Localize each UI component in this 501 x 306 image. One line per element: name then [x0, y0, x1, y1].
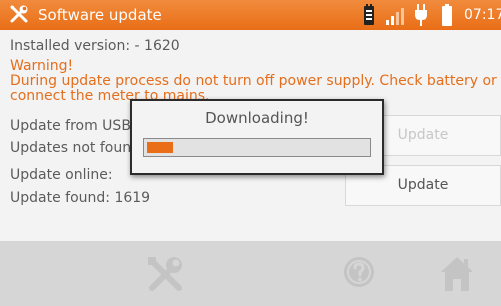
- dialog-title: Downloading!: [205, 109, 309, 127]
- download-progress-fill: [147, 142, 173, 153]
- warning-text-line-1: During update process do not turn off po…: [10, 73, 497, 89]
- update-from-usb-label: Update from USB:: [10, 118, 136, 134]
- tools-icon[interactable]: [146, 255, 186, 293]
- software-update-screen: Software update 07:17 Installed version:…: [0, 0, 501, 306]
- signal-icon: [386, 8, 404, 25]
- help-icon[interactable]: [342, 255, 376, 289]
- clock: 07:17: [464, 7, 501, 23]
- tools-icon: [10, 5, 28, 23]
- update-found-text: Update found: 1619: [10, 190, 151, 206]
- battery-icon: [442, 4, 452, 26]
- download-progress-bar: [143, 138, 371, 157]
- bottom-toolbar: [0, 241, 501, 306]
- power-plug-icon: [415, 4, 427, 26]
- updates-not-found-text: Updates not found: [10, 140, 140, 156]
- battery-adapter-icon: [364, 4, 374, 25]
- title-bar: Software update 07:17: [0, 0, 501, 30]
- update-online-label: Update online:: [10, 167, 113, 183]
- window-title: Software update: [38, 6, 162, 24]
- warning-title: Warning!: [10, 58, 74, 74]
- home-icon[interactable]: [440, 255, 474, 293]
- downloading-dialog: Downloading!: [130, 99, 384, 175]
- installed-version: Installed version: - 1620: [10, 38, 180, 54]
